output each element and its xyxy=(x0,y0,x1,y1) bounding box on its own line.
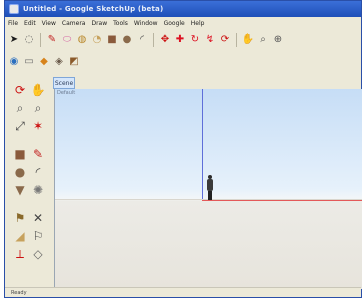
circle-tool[interactable]: ● xyxy=(121,34,133,46)
lasso-tool[interactable]: ◌ xyxy=(23,34,35,46)
menu-tools[interactable]: Tools xyxy=(113,20,128,27)
arc-left-icon[interactable]: ◜ xyxy=(31,165,45,179)
left-toolbar-row: ⤢ ✶ xyxy=(13,119,53,133)
eraser-tool[interactable]: ⬭ xyxy=(61,34,73,46)
person-legs xyxy=(208,191,212,200)
position-camera-left-icon[interactable]: ✕ xyxy=(31,211,45,225)
pan-left-icon[interactable]: ✋ xyxy=(31,83,46,97)
status-bar: Ready xyxy=(5,287,361,297)
pushpull-tool[interactable]: ✚ xyxy=(174,34,186,46)
main-toolbar: ➤ ◌ ✎ ⬭ ◍ ◔ ■ ● ◜ ✥ ✚ ↻ ↯ ⟳ ✋ ⌕ ⊕ xyxy=(8,31,284,49)
left-toolbar-row: ⚑ ✕ xyxy=(13,211,53,225)
title-bar: Untitled - Google SketchUp (beta) xyxy=(5,1,361,17)
drawing-viewport[interactable]: Default xyxy=(54,89,362,289)
toolbar-separator xyxy=(236,33,237,47)
menu-view[interactable]: View xyxy=(42,20,56,27)
left-toolbar-row: ● ◜ xyxy=(13,165,53,179)
rotate-tool[interactable]: ↻ xyxy=(189,34,201,46)
left-toolbar-gap xyxy=(13,201,53,211)
select-tool[interactable]: ➤ xyxy=(8,34,20,46)
arc-tool[interactable]: ◜ xyxy=(136,34,148,46)
polygon-left-icon[interactable]: ▼ xyxy=(13,183,27,197)
circle-left-icon[interactable]: ● xyxy=(13,165,27,179)
zoom-left-icon[interactable]: ⌕ xyxy=(13,101,27,115)
menu-file[interactable]: File xyxy=(8,20,18,27)
components-icon[interactable]: ◈ xyxy=(53,56,65,68)
rectangle-tool[interactable]: ■ xyxy=(106,34,118,46)
menu-draw[interactable]: Draw xyxy=(91,20,107,27)
orbit-tool[interactable]: ⟳ xyxy=(219,34,231,46)
left-toolbar-row: ◢ ⚐ xyxy=(13,229,53,243)
menu-window[interactable]: Window xyxy=(134,20,158,27)
dimension-left-icon[interactable]: ◇ xyxy=(31,247,45,261)
google-earth-icon[interactable]: ◉ xyxy=(8,56,20,68)
app-icon xyxy=(9,4,19,14)
rectangle-left-icon[interactable]: ■ xyxy=(13,147,27,161)
zoom-extents-left-icon[interactable]: ⤢ xyxy=(13,119,27,133)
toolbar-separator xyxy=(40,33,41,47)
zoom-window-left-icon[interactable]: ⌕ xyxy=(31,101,45,115)
left-toolbar-row: ⟳ ✋ xyxy=(13,83,53,97)
menu-edit[interactable]: Edit xyxy=(24,20,36,27)
red-axis-line xyxy=(202,200,362,201)
blue-axis-line xyxy=(202,89,203,199)
warehouse-icon[interactable]: ◆ xyxy=(38,56,50,68)
menu-camera[interactable]: Camera xyxy=(62,20,86,27)
menu-google[interactable]: Google xyxy=(164,20,185,27)
tab-scene[interactable]: Scene xyxy=(53,77,75,89)
secondary-toolbar: ◉ ▭ ◆ ◈ ◩ xyxy=(8,53,80,71)
move-tool[interactable]: ✥ xyxy=(159,34,171,46)
left-toolbar: ⟳ ✋ ⌕ ⌕ ⤢ ✶ ■ ✎ ● ◜ ▼ ✺ ⚑ ✕ ◢ ⚐ ⟂ ◇ xyxy=(13,83,53,289)
window-title: Untitled - Google SketchUp (beta) xyxy=(23,5,164,13)
tape-measure-tool[interactable]: ◔ xyxy=(91,34,103,46)
walk-left-icon[interactable]: ⚑ xyxy=(13,211,27,225)
person-figure xyxy=(206,175,214,200)
zoom-extents-tool[interactable]: ⊕ xyxy=(272,34,284,46)
scene-tabs: Scene xyxy=(53,77,75,89)
page-icon[interactable]: ▭ xyxy=(23,56,35,68)
menu-help[interactable]: Help xyxy=(191,20,205,27)
pencil-tool[interactable]: ✎ xyxy=(46,34,58,46)
left-toolbar-row: ⟂ ◇ xyxy=(13,247,53,261)
paint-bucket-tool[interactable]: ◍ xyxy=(76,34,88,46)
left-toolbar-gap xyxy=(13,137,53,147)
viewport-label: Default xyxy=(57,90,76,96)
orbit-left-icon[interactable]: ⟳ xyxy=(13,83,27,97)
freehand-left-icon[interactable]: ✺ xyxy=(31,183,45,197)
zoom-tool[interactable]: ⌕ xyxy=(257,34,269,46)
menu-bar: File Edit View Camera Draw Tools Window Google H… xyxy=(5,17,361,29)
look-around-left-icon[interactable]: ◢ xyxy=(13,229,27,243)
left-toolbar-row: ▼ ✺ xyxy=(13,183,53,197)
sketchup-window: Untitled - Google SketchUp (beta) File Ed… xyxy=(4,0,362,298)
previous-view-left-icon[interactable]: ✶ xyxy=(31,119,45,133)
share-model-icon[interactable]: ◩ xyxy=(68,56,80,68)
axes-left-icon[interactable]: ⟂ xyxy=(13,247,27,261)
pan-tool[interactable]: ✋ xyxy=(242,34,254,46)
section-plane-left-icon[interactable]: ⚐ xyxy=(31,229,45,243)
pencil-left-icon[interactable]: ✎ xyxy=(31,147,45,161)
person-body xyxy=(207,179,213,191)
followme-tool[interactable]: ↯ xyxy=(204,34,216,46)
left-toolbar-row: ⌕ ⌕ xyxy=(13,101,53,115)
toolbar-separator xyxy=(153,33,154,47)
left-toolbar-row: ■ ✎ xyxy=(13,147,53,161)
